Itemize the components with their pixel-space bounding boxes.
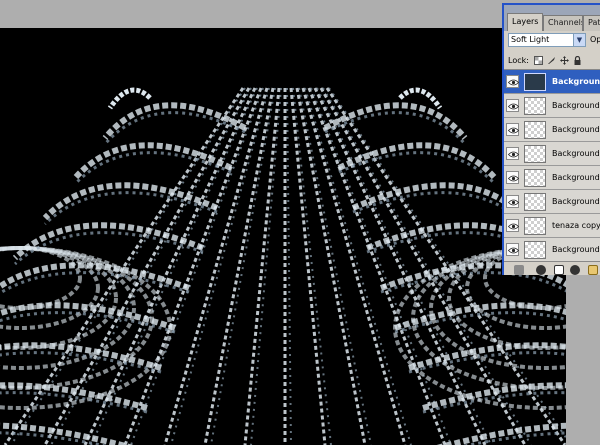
layer-row[interactable]: Background c — [504, 190, 600, 214]
layer-row[interactable]: Background c — [504, 142, 600, 166]
mask-icon[interactable] — [554, 265, 564, 275]
eye-icon[interactable] — [506, 75, 519, 88]
blend-mode-select[interactable]: Soft Light ▼ — [508, 33, 586, 47]
layer-thumbnail — [524, 217, 546, 235]
layer-name: Background c — [552, 101, 600, 110]
eye-icon[interactable] — [506, 123, 519, 136]
layer-name: Background c — [552, 173, 600, 182]
layer-thumbnail — [524, 145, 546, 163]
layer-thumbnail — [524, 169, 546, 187]
layer-name: Background c — [552, 149, 600, 158]
layer-row[interactable]: Background — [504, 70, 600, 94]
lock-all-icon[interactable] — [573, 56, 582, 65]
adjustment-icon[interactable] — [570, 265, 580, 275]
layers-panel: Layers Channels Pat Soft Light ▼ Op Lock… — [502, 3, 600, 275]
layer-style-icon[interactable] — [536, 265, 546, 275]
lock-label: Lock: — [508, 56, 529, 65]
layer-row[interactable]: Background c — [504, 118, 600, 142]
tab-layers[interactable]: Layers — [507, 13, 543, 31]
layer-list: Background Background c Background c Backgr… — [504, 69, 600, 262]
fractal-spiral-artwork — [0, 87, 566, 445]
eye-icon[interactable] — [506, 147, 519, 160]
blend-controls: Soft Light ▼ Op — [508, 33, 600, 47]
eye-icon[interactable] — [506, 99, 519, 112]
opacity-label: Op — [590, 35, 600, 44]
lock-transparency-icon[interactable] — [534, 56, 543, 65]
eye-icon[interactable] — [506, 243, 519, 256]
layer-name: Background c — [552, 245, 600, 254]
layer-name: Background — [552, 77, 600, 86]
eye-icon[interactable] — [506, 195, 519, 208]
layer-thumbnail — [524, 241, 546, 259]
layer-name: Background c — [552, 125, 600, 134]
document-canvas[interactable] — [0, 28, 566, 445]
layer-thumbnail — [524, 193, 546, 211]
layer-row[interactable]: Background c — [504, 238, 600, 262]
link-icon[interactable] — [514, 265, 524, 275]
tab-paths[interactable]: Pat — [583, 15, 600, 31]
photoshop-workspace: Layers Channels Pat Soft Light ▼ Op Lock… — [0, 0, 600, 445]
lock-pixels-icon[interactable] — [547, 56, 556, 65]
chevron-down-icon[interactable]: ▼ — [573, 34, 585, 46]
group-icon[interactable] — [588, 265, 598, 275]
tab-channels[interactable]: Channels — [543, 15, 583, 31]
eye-icon[interactable] — [506, 171, 519, 184]
layer-thumbnail — [524, 121, 546, 139]
layer-name: tenaza copy 3 — [552, 221, 600, 230]
layer-name: Background c — [552, 197, 600, 206]
lock-row: Lock: — [508, 55, 600, 67]
layer-row[interactable]: Background c — [504, 166, 600, 190]
eye-icon[interactable] — [506, 219, 519, 232]
layer-row[interactable]: Background c — [504, 94, 600, 118]
lock-position-icon[interactable] — [560, 56, 569, 65]
panel-tab-bar: Layers Channels Pat — [504, 5, 600, 31]
layer-thumbnail — [524, 73, 546, 91]
blend-mode-value: Soft Light — [511, 35, 550, 44]
layer-thumbnail — [524, 97, 546, 115]
layer-row[interactable]: tenaza copy 3 — [504, 214, 600, 238]
panel-footer — [504, 261, 600, 275]
